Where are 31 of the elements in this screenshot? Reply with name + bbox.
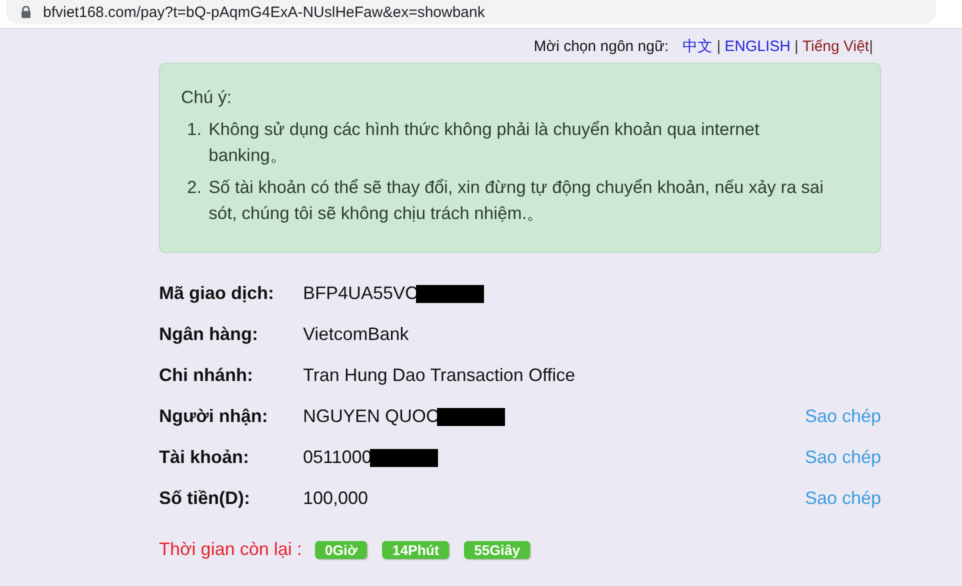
separator-text: | [794,38,798,54]
field-value: 0511000 [303,447,372,468]
field-value: BFP4UA55VC [303,283,418,304]
language-link[interactable]: Tiếng Việt [802,38,870,54]
lock-icon [21,6,31,18]
field-label: Chi nhánh: [159,365,254,386]
field-label: Tài khoản: [159,447,250,468]
countdown-badge: 0Giờ [314,540,368,558]
countdown-badge: 14Phút [382,540,450,558]
field-value: Tran Hung Dao Transaction Office [303,365,576,386]
language-link[interactable]: 中文 [682,36,713,56]
language-link[interactable]: ENGLISH [724,38,790,54]
field-label: Mã giao dịch: [159,283,276,304]
language-prompt: Mời chọn ngôn ngữ: [534,38,669,54]
address-bar[interactable]: bfviet168.com/pay?t=bQ-pAqmG4ExA-NUslHeFaw&ex=showbank [6,0,936,24]
field-value: 100,000 [303,488,368,509]
field-value: VietcomBank [303,324,409,345]
field-label: Người nhận: [159,406,269,427]
field-label: Ngân hàng: [159,324,259,345]
field-label: Số tiền(D): [159,488,251,509]
separator-text: | [869,38,873,54]
notice-text: Không sử dụng các hình thức không phải là chuyển khoản qua internet banking。 [208,118,760,167]
url-text: bfviet168.com/pay?t=bQ-pAqmG4ExA-NUslHeFaw&ex=showbank [43,4,485,20]
item-number: 1. [187,118,202,141]
notice-text: Số tài khoản có thể sẽ thay đổi, xin đừng tự động chuyển khoản, nếu xảy ra sai sót, chúng tôi sẽ không chịu trách nhiệm.。 [208,176,825,225]
field-value: NGUYEN QUOC [303,406,440,427]
notice-title: Chú ý: [181,86,233,109]
countdown-badge: 55Giây [464,540,530,558]
separator-text: | [716,38,721,54]
countdown-label: Thời gian còn lại : [159,539,302,560]
item-number: 2. [187,176,202,199]
